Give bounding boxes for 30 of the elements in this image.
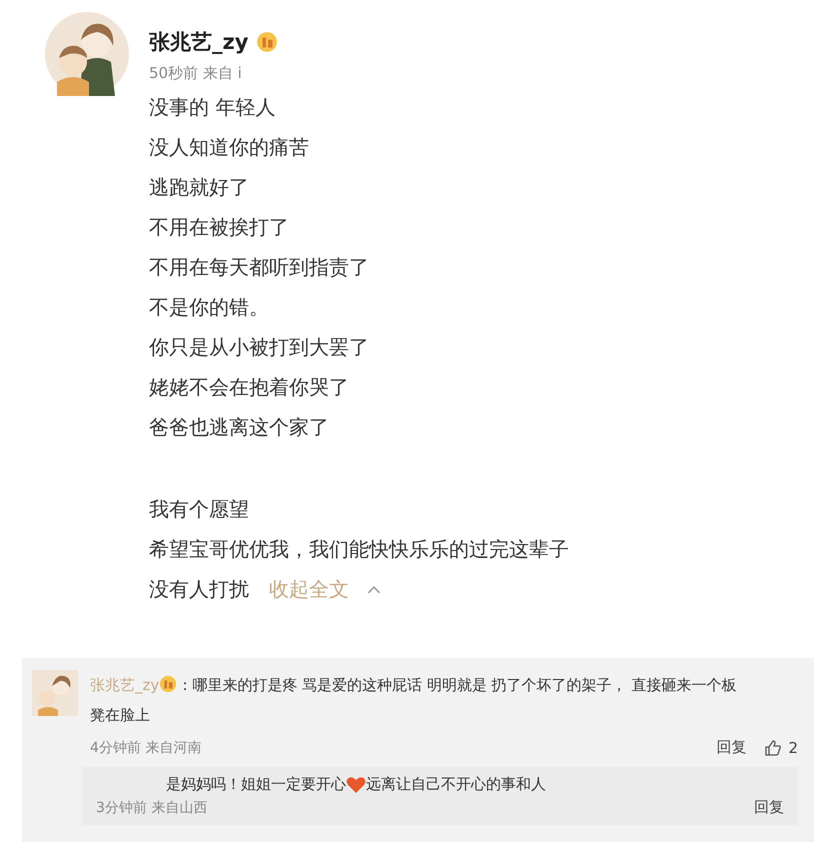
post-text-line: 不是你的错。 <box>149 294 269 321</box>
post-text-line: 我有个愿望 <box>149 496 249 523</box>
reply-button[interactable]: 回复 <box>754 798 784 817</box>
post-text-line: 没人知道你的痛苦 <box>149 134 309 161</box>
heart-icon <box>346 776 366 794</box>
post-text-line: 不用在被挨打了 <box>149 214 289 241</box>
post-text-line: 逃跑就好了 <box>149 174 249 201</box>
post-text-line: 你只是从小被打到大罢了 <box>149 334 369 361</box>
author-name[interactable]: 张兆艺_zy <box>149 28 248 56</box>
like-button[interactable]: 2 <box>764 738 798 756</box>
post-text-line: 没事的 年轻人 <box>149 94 276 121</box>
reply-text: 是妈妈吗！姐姐一定要开心 <box>166 775 346 794</box>
badge-icon <box>256 31 278 53</box>
avatar <box>32 670 78 716</box>
post-meta: 50秒前 来自 i <box>149 64 242 83</box>
caret-icon[interactable] <box>367 584 381 594</box>
post-text-line: 姥姥不会在抱着你哭了 <box>149 374 349 401</box>
post-text-line: 没有人打扰 <box>149 576 249 603</box>
reply-text: 远离让自己不开心的事和人 <box>366 775 546 794</box>
reply-meta: 3分钟前 来自山西 <box>96 798 208 816</box>
comment-text: 哪里来的打是疼 骂是爱的这种屁话 明明就是 扔了个坏了的架子， 直接砸来一个板 <box>192 676 736 694</box>
post-text-line: 不用在每天都听到指责了 <box>149 254 369 281</box>
comment-meta: 4分钟前 来自河南 <box>90 738 202 756</box>
comment-text: 凳在脸上 <box>90 706 150 724</box>
post-text-line: 爸爸也逃离这个家了 <box>149 414 329 441</box>
reply-button[interactable]: 回复 <box>716 738 746 757</box>
thumbs-up-icon <box>764 738 782 756</box>
badge-icon <box>159 675 178 693</box>
post-text-line: 希望宝哥优优我，我们能快快乐乐的过完这辈子 <box>149 536 569 563</box>
colon: ： <box>177 676 192 694</box>
